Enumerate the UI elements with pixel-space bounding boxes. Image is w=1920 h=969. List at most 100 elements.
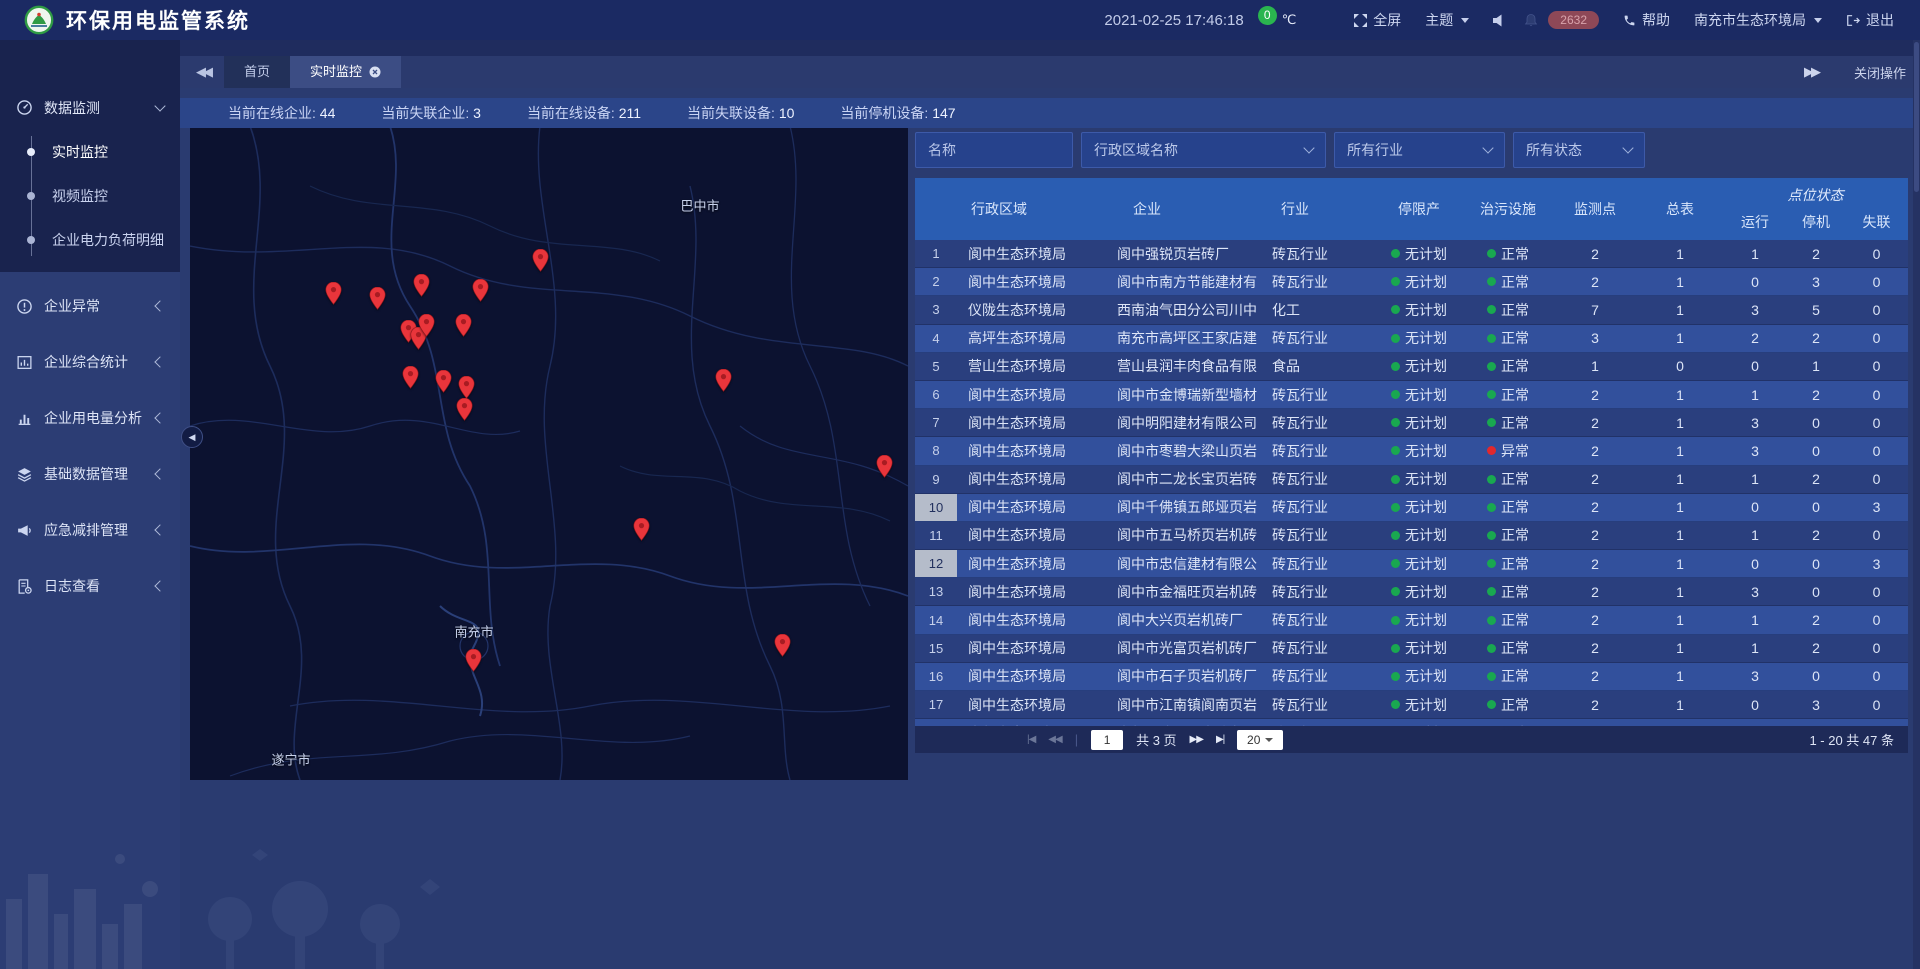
table-row[interactable]: 10阆中生态环境局阆中千佛镇五郎垭页岩砖瓦行业无计划正常21003 (915, 494, 1908, 522)
cell-company: 阆中市五马桥页岩机砖 (1109, 525, 1267, 545)
map-pin-icon[interactable] (455, 314, 472, 337)
table-row[interactable]: 5营山生态环境局营山县润丰肉食品有限食品无计划正常10010 (915, 353, 1908, 381)
cell-stop: 无计划 (1375, 695, 1463, 715)
cell-stop: 无计划 (1375, 244, 1463, 264)
map-pin-icon[interactable] (532, 249, 549, 272)
sidebar-subitem-0-0[interactable]: 实时监控 (0, 130, 180, 174)
table-row[interactable]: 6阆中生态环境局阆中市金博瑞新型墙材砖瓦行业无计划正常21120 (915, 381, 1908, 409)
scrollbar-thumb[interactable] (1914, 42, 1919, 192)
row-index: 3 (915, 296, 957, 323)
map-pin-icon[interactable] (715, 369, 732, 392)
table-row[interactable]: 14阆中生态环境局阆中大兴页岩机砖厂砖瓦行业无计划正常21120 (915, 606, 1908, 634)
table-row[interactable]: 11阆中生态环境局阆中市五马桥页岩机砖砖瓦行业无计划正常21120 (915, 522, 1908, 550)
table-row[interactable]: 3仪陇生态环境局西南油气田分公司川中化工无计划正常71350 (915, 296, 1908, 324)
region-filter-select[interactable]: 行政区域名称 (1081, 132, 1326, 168)
page-scrollbar[interactable] (1913, 40, 1920, 969)
table-row[interactable]: 9阆中生态环境局阆中市二龙长宝页岩砖砖瓦行业无计划正常21120 (915, 466, 1908, 494)
tabs-scroll-left-icon[interactable]: ◀◀ (196, 64, 210, 80)
close-operations-button[interactable]: 关闭操作 (1854, 63, 1906, 82)
table-row[interactable]: 18南部生态环境局南部县建兴页岩砖有限砖瓦行业无计划正常21030 (915, 719, 1908, 726)
tab-home[interactable]: 首页 (224, 56, 290, 88)
map-pin-icon[interactable] (456, 398, 473, 421)
cell-region: 营山生态环境局 (957, 356, 1109, 376)
map-pin-icon[interactable] (774, 634, 791, 657)
cell-run: 0 (1723, 697, 1787, 713)
cell-halt: 0 (1787, 443, 1845, 459)
datetime: 2021-02-25 17:46:18 (1104, 12, 1243, 29)
help-button[interactable]: 帮助 (1623, 10, 1670, 30)
table-row[interactable]: 2阆中生态环境局阆中市南方节能建材有砖瓦行业无计划正常21030 (915, 268, 1908, 296)
theme-dropdown[interactable]: 主题 (1425, 10, 1469, 30)
map-pin-icon[interactable] (413, 274, 430, 297)
tab-realtime-monitor[interactable]: 实时监控 (290, 56, 401, 88)
status-filter-select[interactable]: 所有状态 (1513, 132, 1645, 168)
fullscreen-button[interactable]: 全屏 (1354, 10, 1401, 30)
sidebar-item-label: 企业用电量分析 (44, 408, 160, 428)
table-row[interactable]: 12阆中生态环境局阆中市忠信建材有限公砖瓦行业无计划正常21003 (915, 550, 1908, 578)
table-row[interactable]: 1阆中生态环境局阆中强锐页岩砖厂砖瓦行业无计划正常21120 (915, 240, 1908, 268)
cell-meter: 1 (1637, 640, 1723, 656)
page-size-select[interactable]: 20 (1237, 730, 1283, 750)
region-filter-value: 行政区域名称 (1094, 140, 1178, 160)
map-pin-icon[interactable] (465, 649, 482, 672)
map-pin-icon[interactable] (876, 455, 893, 478)
map-pin-icon[interactable] (402, 366, 419, 389)
map-pin-icon[interactable] (325, 282, 342, 305)
row-index: 12 (915, 550, 957, 577)
table-row[interactable]: 15阆中生态环境局阆中市光富页岩机砖厂砖瓦行业无计划正常21120 (915, 635, 1908, 663)
sidebar-item-2[interactable]: 企业综合统计 (0, 340, 180, 384)
cell-facility: 正常 (1463, 300, 1553, 320)
sidebar-item-5[interactable]: 应急减排管理 (0, 508, 180, 552)
cell-industry: 砖瓦行业 (1267, 441, 1375, 461)
sidebar-item-4[interactable]: 基础数据管理 (0, 452, 180, 496)
cell-facility: 正常 (1463, 328, 1553, 348)
sidebar-item-0[interactable]: 数据监测 (0, 85, 180, 130)
logout-button[interactable]: 退出 (1846, 10, 1894, 30)
sidebar-item-1[interactable]: 企业异常 (0, 284, 180, 328)
cell-meter: 1 (1637, 302, 1723, 318)
map-pin-icon[interactable] (458, 376, 475, 399)
table-row[interactable]: 13阆中生态环境局阆中市金福旺页岩机砖砖瓦行业无计划正常21300 (915, 578, 1908, 606)
map-pin-icon[interactable] (369, 287, 386, 310)
sidebar-submenu: 实时监控视频监控企业电力负荷明细 (0, 130, 180, 262)
next-page-button[interactable]: ▶▶ (1190, 734, 1203, 745)
last-page-button[interactable]: ▶| (1216, 734, 1224, 745)
row-index: 13 (915, 578, 957, 605)
map[interactable]: 巴中市南充市遂宁市 (190, 126, 908, 780)
name-filter-input[interactable] (928, 142, 1060, 158)
prev-page-button[interactable]: ◀◀ (1048, 734, 1061, 745)
table-row[interactable]: 16阆中生态环境局阆中市石子页岩机砖厂砖瓦行业无计划正常21300 (915, 663, 1908, 691)
sidebar-subitem-0-2[interactable]: 企业电力负荷明细 (0, 218, 180, 262)
cell-company: 阆中市石子页岩机砖厂 (1109, 666, 1267, 686)
org-dropdown[interactable]: 南充市生态环境局 (1694, 10, 1822, 30)
table-row[interactable]: 17阆中生态环境局阆中市江南镇阆南页岩砖瓦行业无计划正常21030 (915, 691, 1908, 719)
notifications-button[interactable]: 2632 (1524, 11, 1599, 29)
close-tab-icon[interactable] (369, 66, 381, 78)
row-index: 1 (915, 240, 957, 267)
alarm-count-badge: 2632 (1548, 11, 1599, 29)
map-pin-icon[interactable] (435, 370, 452, 393)
table-row[interactable]: 8阆中生态环境局阆中市枣碧大梁山页岩砖瓦行业无计划异常21300 (915, 437, 1908, 465)
table-row[interactable]: 4高坪生态环境局南充市高坪区王家店建砖瓦行业无计划正常31220 (915, 325, 1908, 353)
sidebar-item-3[interactable]: 企业用电量分析 (0, 396, 180, 440)
industry-filter-select[interactable]: 所有行业 (1334, 132, 1505, 168)
sidebar-subitem-0-1[interactable]: 视频监控 (0, 174, 180, 218)
map-pin-icon[interactable] (633, 518, 650, 541)
tabs-scroll-right-icon[interactable]: ▶▶ (1804, 64, 1818, 80)
table-row[interactable]: 7阆中生态环境局阆中明阳建材有限公司砖瓦行业无计划正常21300 (915, 409, 1908, 437)
map-pin-icon[interactable] (472, 279, 489, 302)
first-page-button[interactable]: |◀ (1027, 734, 1035, 745)
cell-halt: 2 (1787, 527, 1845, 543)
cell-halt: 5 (1787, 302, 1845, 318)
map-pin-icon[interactable] (418, 314, 435, 337)
cell-run: 3 (1723, 584, 1787, 600)
table-body: 1阆中生态环境局阆中强锐页岩砖厂砖瓦行业无计划正常211202阆中生态环境局阆中… (915, 240, 1908, 726)
page-number-input[interactable] (1091, 730, 1123, 750)
cell-monitor: 2 (1553, 387, 1637, 403)
mute-button[interactable] (1493, 14, 1506, 27)
cell-lost: 0 (1845, 358, 1908, 374)
name-filter[interactable] (915, 132, 1073, 168)
sidebar-item-6[interactable]: 日志查看 (0, 564, 180, 608)
map-collapse-handle[interactable]: ◀ (181, 426, 203, 448)
top-header: 环保用电监管系统 2021-02-25 17:46:18 0 ℃ 全屏 主题 (0, 0, 1920, 40)
